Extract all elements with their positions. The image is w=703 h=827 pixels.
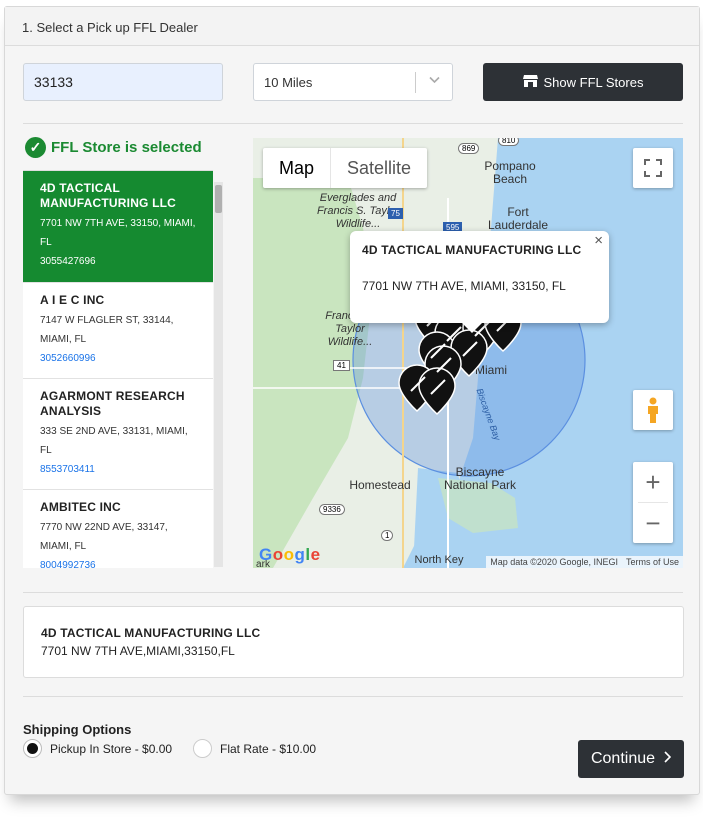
store-address: 333 SE 2ND AVE, 33131, MIAMI, FL: [40, 426, 188, 456]
zoom-in-button[interactable]: +: [633, 462, 673, 502]
store-name: AMBITEC INC: [40, 500, 121, 514]
scrollbar-thumb[interactable]: [215, 185, 222, 213]
store-address: 7770 NW 22ND AVE, 33147, MIAMI, FL: [40, 522, 168, 552]
radius-select[interactable]: 10 Miles: [253, 63, 453, 101]
street-view-pegman[interactable]: [633, 390, 673, 430]
continue-label: Continue: [590, 750, 656, 767]
flat-rate-radio[interactable]: [193, 739, 212, 758]
store-list-scrollbar[interactable]: [214, 182, 223, 567]
store-list-item[interactable]: 4D TACTICAL MANUFACTURING LLC 7701 NW 7T…: [23, 171, 213, 283]
fullscreen-button[interactable]: [633, 148, 673, 188]
map-view[interactable]: Pompano Beach Everglades and Francis S. …: [253, 138, 683, 568]
google-logo: Google: [259, 545, 321, 564]
store-address: 7701 NW 7TH AVE, 33150, MIAMI, FL: [40, 218, 196, 248]
store-phone[interactable]: 8553703411: [40, 460, 196, 479]
zoom-out-button[interactable]: −: [633, 503, 673, 543]
store-list: 4D TACTICAL MANUFACTURING LLC 7701 NW 7T…: [23, 170, 213, 568]
selected-store-summary: 4D TACTICAL MANUFACTURING LLC 7701 NW 7T…: [23, 606, 684, 678]
map-marker-icon: [418, 367, 456, 416]
store-selected-text: FFL Store is selected: [51, 139, 202, 156]
select-divider: [415, 72, 416, 93]
store-name: 4D TACTICAL MANUFACTURING LLC: [40, 181, 177, 210]
store-list-item[interactable]: A I E C INC 7147 W FLAGLER ST, 33144, MI…: [23, 283, 213, 379]
map-info-window: 4D TACTICAL MANUFACTURING LLC 7701 NW 7T…: [350, 231, 609, 333]
terms-of-use-link[interactable]: Terms of Use: [626, 557, 679, 567]
divider: [23, 696, 683, 697]
pickup-in-store-radio[interactable]: [23, 739, 42, 758]
summary-store-address: 7701 NW 7TH AVE,MIAMI,33150,FL: [41, 644, 235, 658]
chevron-right-icon: [663, 750, 672, 768]
shipping-options-title: Shipping Options: [23, 722, 132, 737]
fullscreen-icon: [644, 159, 662, 177]
flat-rate-label[interactable]: Flat Rate - $10.00: [220, 742, 316, 756]
map-data-credit: Map data ©2020 Google, INEGI: [490, 557, 618, 567]
ffl-dealer-panel: 1. Select a Pick up FFL Dealer 33133 10 …: [4, 6, 700, 795]
store-name: A I E C INC: [40, 293, 105, 307]
store-name: AGARMONT RESEARCH ANALYSIS: [40, 389, 185, 418]
summary-store-name: 4D TACTICAL MANUFACTURING LLC: [41, 626, 261, 640]
zoom-control: + −: [633, 462, 673, 543]
store-list-item[interactable]: AGARMONT RESEARCH ANALYSIS 333 SE 2ND AV…: [23, 379, 213, 490]
show-ffl-stores-label: Show FFL Stores: [543, 74, 644, 90]
map-markers: [398, 299, 522, 416]
map-type-toggle: Map Satellite: [263, 148, 428, 188]
store-address: 7147 W FLAGLER ST, 33144, MIAMI, FL: [40, 315, 174, 345]
store-phone[interactable]: 3052660996: [40, 349, 196, 368]
tab-map[interactable]: Map: [263, 148, 332, 188]
store-icon: [522, 74, 538, 90]
info-store-name: 4D TACTICAL MANUFACTURING LLC: [362, 243, 582, 257]
continue-button[interactable]: Continue: [578, 740, 684, 778]
radius-select-value: 10 Miles: [264, 75, 313, 90]
panel-title: 1. Select a Pick up FFL Dealer: [5, 7, 699, 46]
store-list-item[interactable]: AMBITEC INC 7770 NW 22ND AVE, 33147, MIA…: [23, 490, 213, 568]
store-selected-status: ✓ FFL Store is selected: [25, 137, 202, 158]
close-icon[interactable]: ×: [594, 232, 603, 249]
divider: [23, 592, 683, 593]
chevron-down-icon[interactable]: [428, 73, 441, 89]
check-circle-icon: ✓: [25, 137, 46, 158]
map-attribution: Map data ©2020 Google, INEGI Terms of Us…: [486, 556, 683, 568]
store-phone[interactable]: 3055427696: [40, 252, 196, 271]
pegman-icon: [648, 397, 658, 423]
tab-satellite[interactable]: Satellite: [331, 148, 427, 188]
store-phone[interactable]: 8004992736: [40, 556, 196, 568]
zip-code-input[interactable]: 33133: [23, 63, 223, 101]
pickup-in-store-label[interactable]: Pickup In Store - $0.00: [50, 742, 172, 756]
show-ffl-stores-button[interactable]: Show FFL Stores: [483, 63, 683, 101]
divider: [23, 123, 683, 124]
info-store-address: 7701 NW 7TH AVE, MIAMI, 33150, FL: [362, 279, 566, 293]
